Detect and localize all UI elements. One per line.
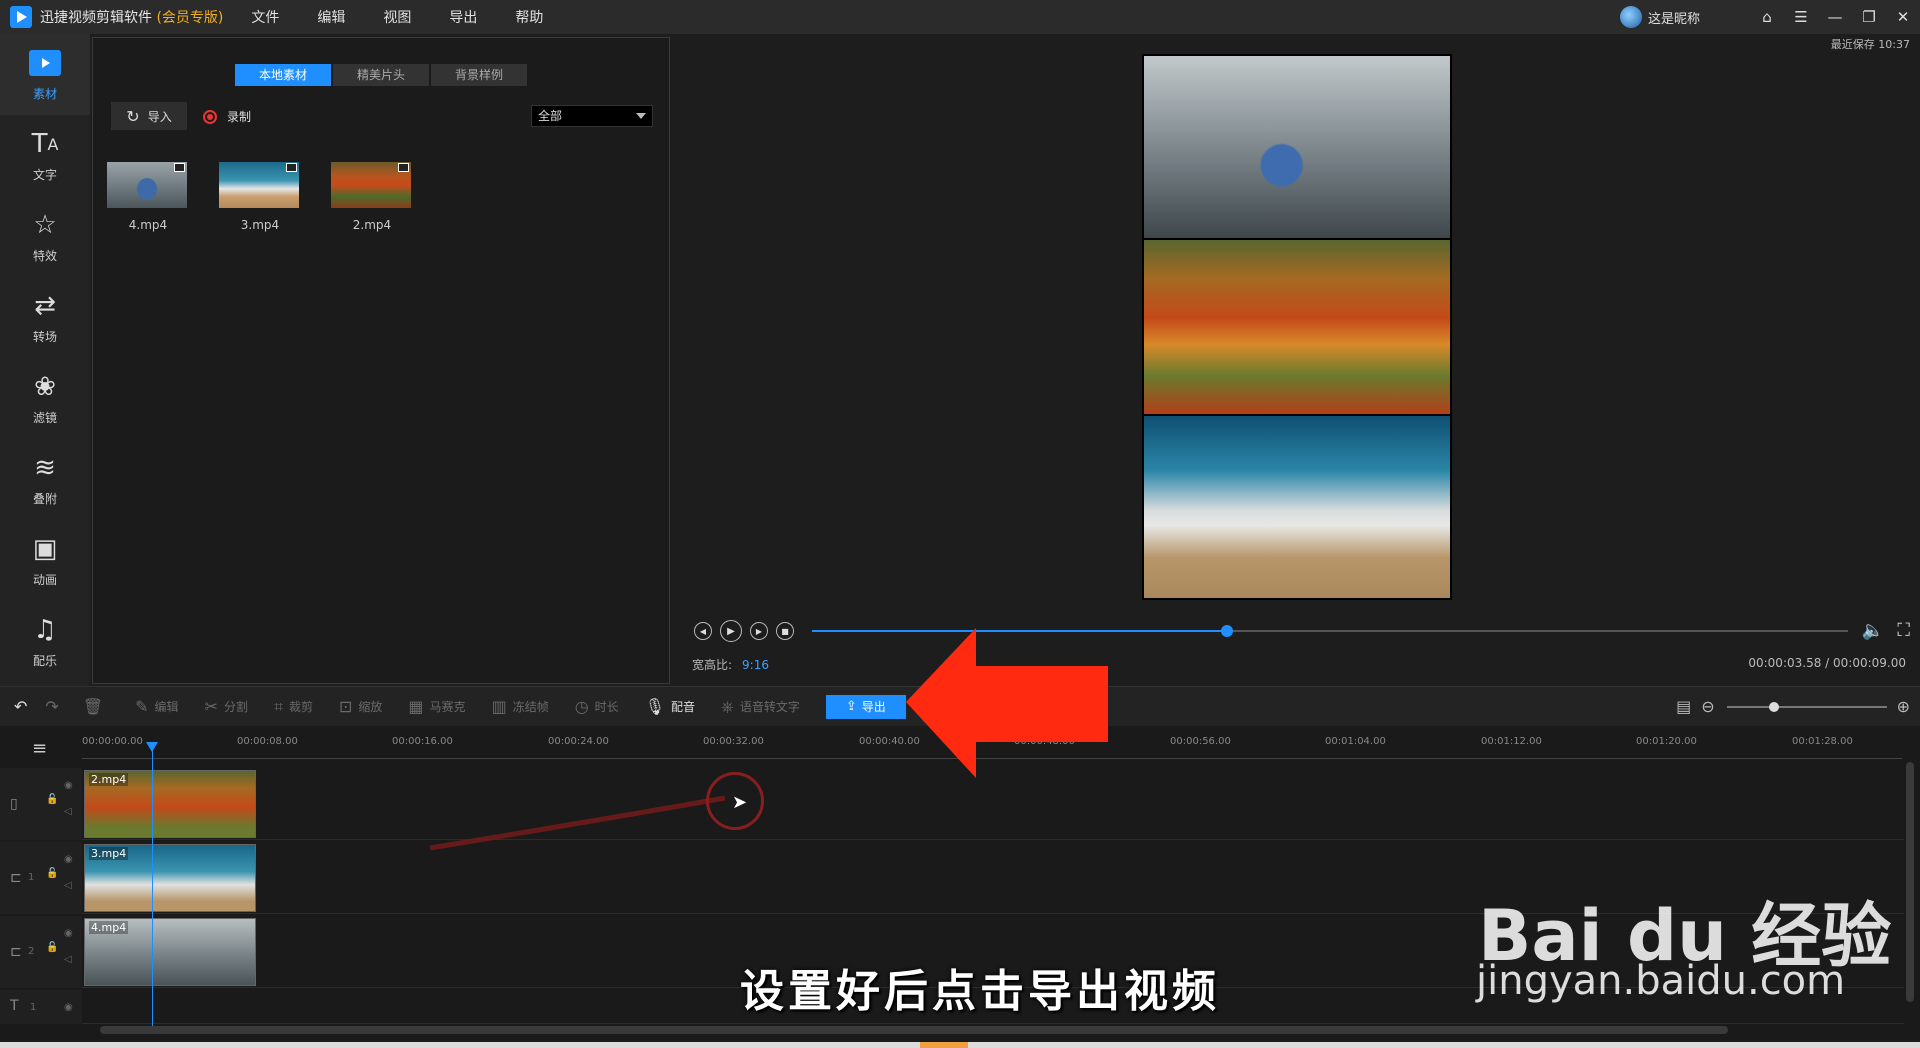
red-arrow-annotation: [906, 628, 1108, 778]
cursor-trail: [429, 795, 726, 851]
watermark-url: jingyan.baidu.com: [1476, 958, 1846, 1004]
taskbar-strip: [0, 1042, 1920, 1048]
mouse-cursor-icon: ➤: [732, 792, 748, 813]
